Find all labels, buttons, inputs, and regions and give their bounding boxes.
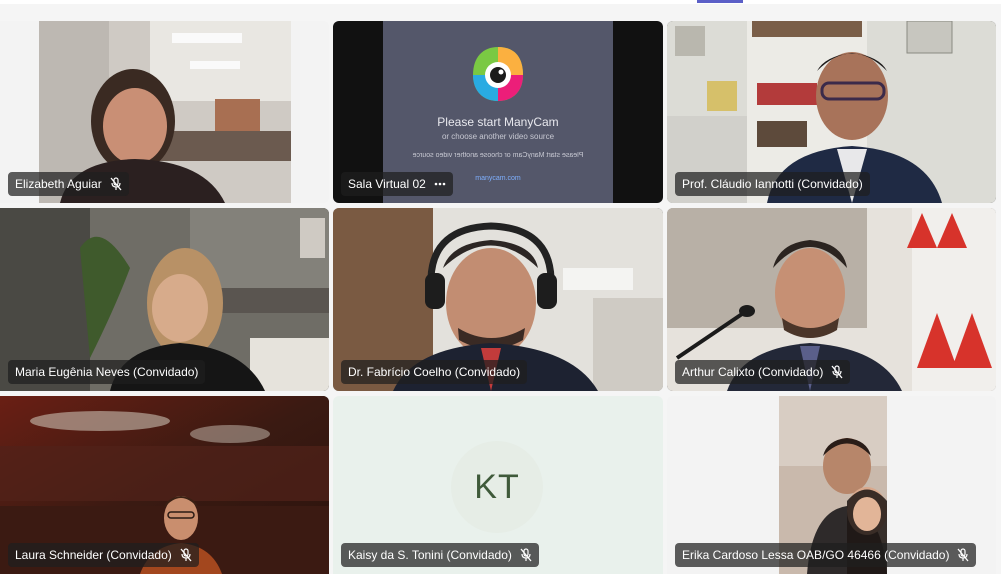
- participant-tile-erika-cardoso-lessa[interactable]: Erika Cardoso Lessa OAB/GO 46466 (Convid…: [667, 396, 996, 574]
- mic-off-icon: [180, 548, 192, 562]
- participant-name-label: Elizabeth Aguiar: [8, 172, 129, 196]
- participant-name: Sala Virtual 02: [348, 177, 426, 191]
- participant-tile-arthur-calixto[interactable]: Arthur Calixto (Convidado): [667, 208, 996, 391]
- participant-tile-sala-virtual-02[interactable]: Please start ManyCam or choose another v…: [333, 21, 663, 203]
- participant-tile-kaisy-tonini[interactable]: KT Kaisy da S. Tonini (Convidado): [333, 396, 663, 574]
- manycam-logo: [473, 47, 523, 101]
- participant-name-label: Maria Eugênia Neves (Convidado): [8, 360, 206, 384]
- participant-name-label: Sala Virtual 02: [341, 172, 453, 196]
- participant-name-label: Kaisy da S. Tonini (Convidado): [341, 543, 539, 567]
- participant-tile-fabricio-coelho[interactable]: Dr. Fabrício Coelho (Convidado): [333, 208, 663, 391]
- participant-name-label: Erika Cardoso Lessa OAB/GO 46466 (Convid…: [675, 543, 977, 567]
- more-options-icon[interactable]: [434, 182, 446, 186]
- participant-avatar: KT: [451, 441, 543, 533]
- participant-tile-elizabeth-aguiar[interactable]: Elizabeth Aguiar: [0, 21, 329, 203]
- video-grid: Elizabeth Aguiar Please start ManyCam or…: [0, 0, 1001, 574]
- participant-tile-claudio-iannotti[interactable]: Prof. Cláudio Iannotti (Convidado): [667, 21, 996, 203]
- screen-subtitle: or choose another video source: [441, 132, 555, 141]
- participant-name: Arthur Calixto (Convidado): [682, 365, 824, 379]
- participant-name: Maria Eugênia Neves (Convidado): [15, 365, 199, 379]
- mic-off-icon: [957, 548, 969, 562]
- participant-name-label: Laura Schneider (Convidado): [8, 543, 199, 567]
- participant-name: Prof. Cláudio Iannotti (Convidado): [682, 177, 863, 191]
- participant-name: Kaisy da S. Tonini (Convidado): [348, 548, 512, 562]
- mic-off-icon: [520, 548, 532, 562]
- participant-name-label: Arthur Calixto (Convidado): [675, 360, 851, 384]
- mic-off-icon: [110, 177, 122, 191]
- participant-tile-maria-eugenia-neves[interactable]: Maria Eugênia Neves (Convidado): [0, 208, 329, 391]
- screen-mirrored-text: Please start ManyCam or choose another v…: [412, 152, 584, 159]
- screen-title: Please start ManyCam: [437, 115, 559, 129]
- participant-name: Elizabeth Aguiar: [15, 177, 102, 191]
- participant-name: Laura Schneider (Convidado): [15, 548, 172, 562]
- participant-tile-laura-schneider[interactable]: Laura Schneider (Convidado): [0, 396, 329, 574]
- participant-name: Erika Cardoso Lessa OAB/GO 46466 (Convid…: [682, 548, 950, 562]
- mic-off-icon: [831, 365, 843, 379]
- participant-name-label: Prof. Cláudio Iannotti (Convidado): [675, 172, 870, 196]
- participant-name: Dr. Fabrício Coelho (Convidado): [348, 365, 521, 379]
- participant-name-label: Dr. Fabrício Coelho (Convidado): [341, 360, 528, 384]
